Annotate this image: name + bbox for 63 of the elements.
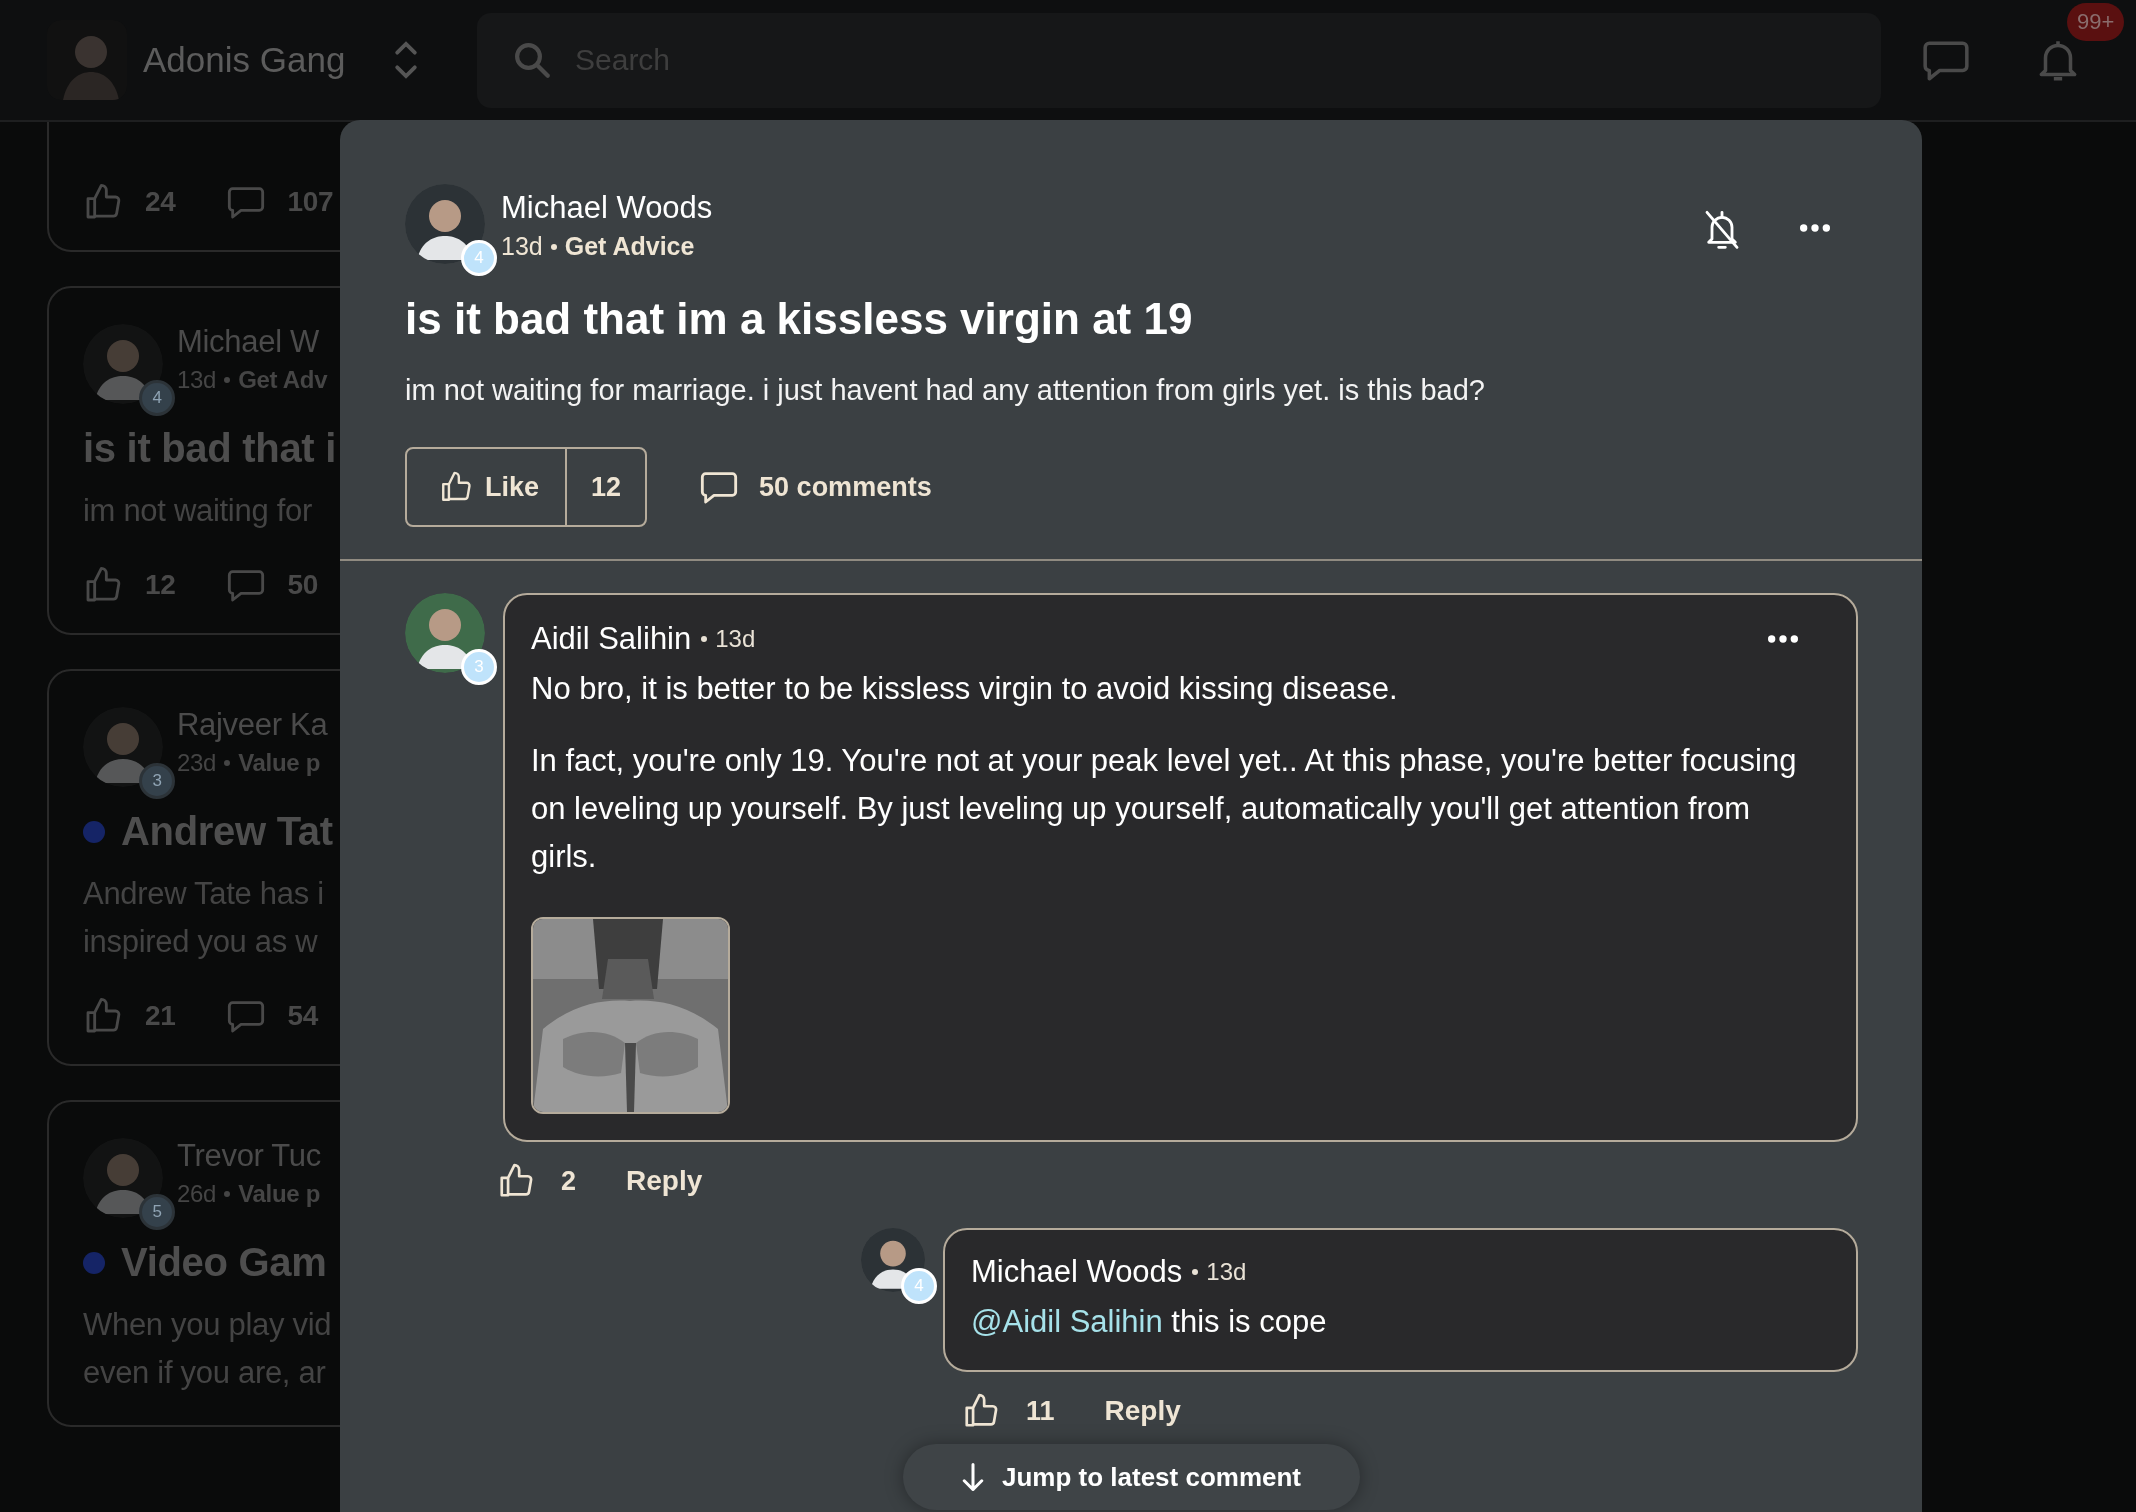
comments-button[interactable]: 50 comments (699, 467, 932, 507)
more-icon[interactable] (1798, 222, 1832, 234)
separator-dot (1192, 1269, 1199, 1275)
comment-text: No bro, it is better to be kissless virgin to avoid kissing disease. (531, 670, 1399, 708)
avatar[interactable] (405, 184, 485, 264)
post-title[interactable]: Andrew Tat (121, 809, 333, 854)
jump-to-latest-button[interactable]: Jump to latest comment (903, 1444, 1360, 1510)
reply-button[interactable]: Reply (1104, 1395, 1181, 1427)
post-title: is it bad that im a kissless virgin at 19 (405, 294, 1194, 344)
separator-dot (550, 243, 557, 250)
post-age: 13d (177, 366, 217, 394)
post-age: 23d (177, 749, 217, 777)
level-badge: 4 (901, 1268, 937, 1304)
avatar[interactable] (405, 593, 485, 673)
level-badge: 4 (461, 240, 497, 276)
comment-author[interactable]: Michael Woods (971, 1254, 1183, 1290)
like-count: 12 (145, 569, 176, 601)
like-count: 11 (1026, 1395, 1055, 1427)
comment-text: @Aidil Salihin this is cope (971, 1303, 1328, 1341)
like-icon[interactable] (439, 470, 473, 504)
separator-dot (224, 760, 231, 766)
like-icon[interactable] (962, 1392, 1000, 1430)
category-label[interactable]: Get Adv (238, 366, 328, 394)
comment-author[interactable]: Aidil Salihin (531, 621, 692, 657)
level-badge: 4 (139, 380, 175, 416)
post-age: 13d (501, 232, 543, 261)
comment-count: 107 (287, 186, 334, 218)
like-icon[interactable] (497, 1162, 535, 1200)
level-badge: 3 (461, 649, 497, 685)
notification-badge: 99+ (2067, 3, 2125, 41)
post-title[interactable]: Video Gam (121, 1240, 327, 1285)
post-excerpt: im not waiting for (83, 492, 313, 530)
more-icon[interactable] (1766, 633, 1800, 645)
comment-count: 50 (287, 569, 319, 601)
comment-age: 13d (1206, 1258, 1247, 1286)
post-body: im not waiting for marriage. i just havent had any attention from girls yet. is this bad? (405, 374, 1486, 407)
author-name[interactable]: Rajveer Ka (177, 707, 328, 743)
author-name[interactable]: Trevor Tuc (177, 1138, 321, 1174)
author-name[interactable]: Michael Woods (501, 190, 1702, 226)
post-age: 26d (177, 1180, 217, 1208)
mention-link[interactable]: @Aidil Salihin (971, 1304, 1163, 1339)
post-excerpt: Andrew Tate has i inspired you as w (83, 875, 325, 961)
level-badge: 3 (139, 763, 175, 799)
comment-text: In fact, you're only 19. You're not at your peak level yet.. At this phase, you're better focusing on leveling up yourself. By just leveling up yourself, automatically you'll get attention from girls. (531, 742, 1798, 876)
post-excerpt: When you play vid even if you are, ar (83, 1306, 333, 1392)
post-title[interactable]: is it bad that i (83, 426, 336, 471)
separator-dot (701, 636, 708, 642)
category-label[interactable]: Value p (238, 1180, 321, 1208)
separator-dot (224, 377, 231, 383)
category-label[interactable]: Get Advice (564, 232, 695, 261)
like-count: 24 (145, 186, 176, 218)
comment-count: 54 (287, 1000, 319, 1032)
author-name[interactable]: Michael W (177, 324, 328, 360)
community-name[interactable]: Adonis Gang (143, 40, 346, 80)
separator-dot (224, 1191, 231, 1197)
reply-button[interactable]: Reply (626, 1165, 703, 1197)
level-badge: 5 (139, 1194, 175, 1230)
comment-age: 13d (715, 625, 756, 653)
category-label[interactable]: Value p (238, 749, 321, 777)
like-button[interactable]: Like 12 (405, 447, 648, 527)
like-count: 21 (145, 1000, 176, 1032)
arrow-down-icon (961, 1463, 984, 1491)
like-count: 2 (561, 1165, 577, 1197)
